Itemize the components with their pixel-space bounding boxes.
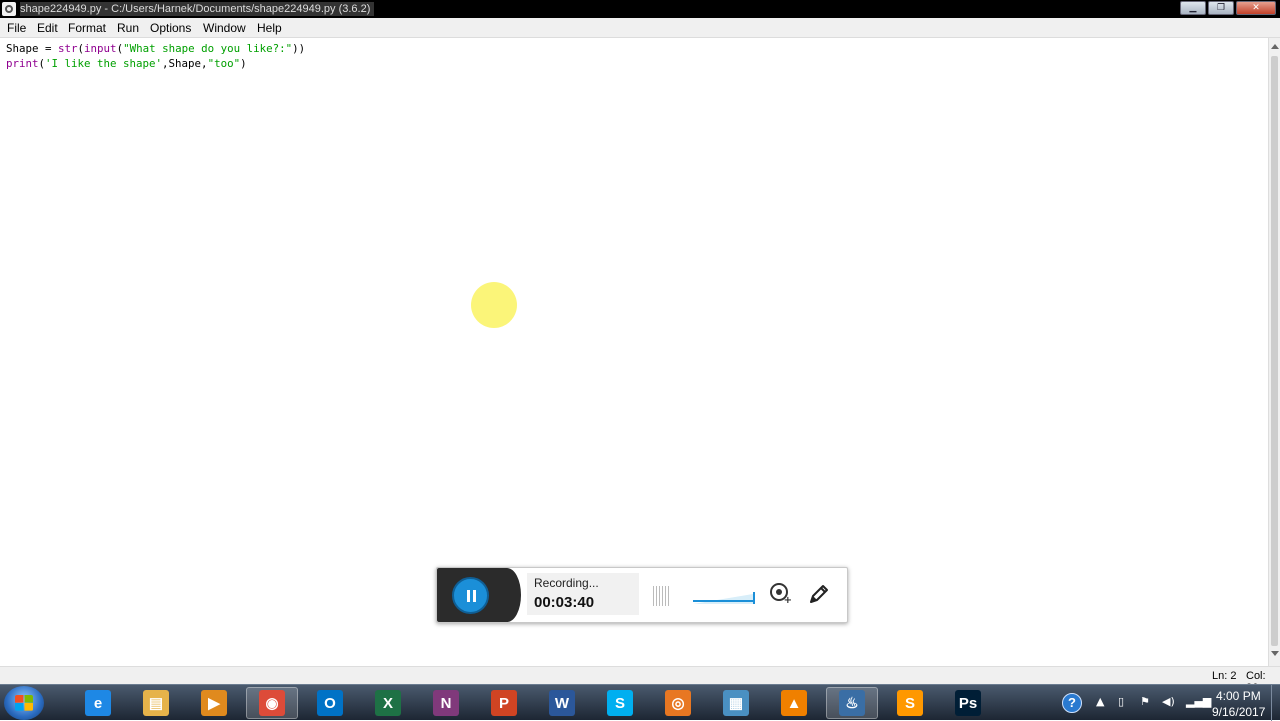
- taskbar-powerpoint[interactable]: P: [478, 687, 530, 719]
- webcam-icon[interactable]: +: [768, 582, 792, 606]
- maximize-button[interactable]: ❐: [1208, 1, 1234, 15]
- photoshop-icon: Ps: [955, 690, 981, 716]
- code-text: Shape = str(input("What shape do you lik…: [6, 41, 305, 71]
- pause-recording-button[interactable]: [452, 577, 489, 614]
- battery-icon[interactable]: ▯: [1118, 695, 1124, 708]
- taskbar-vlc[interactable]: ▲: [768, 687, 820, 719]
- menu-edit[interactable]: Edit: [37, 21, 58, 35]
- cursor-highlight: [471, 282, 517, 328]
- volume-slider[interactable]: [693, 584, 757, 606]
- taskbar-control-panel[interactable]: ▦: [710, 687, 762, 719]
- menu-bar: File Edit Format Run Options Window Help: [0, 18, 1280, 38]
- taskbar-screen-recorder[interactable]: ◎: [652, 687, 704, 719]
- recording-timer: 00:03:40: [534, 594, 595, 611]
- idle-app-icon[interactable]: [2, 2, 16, 16]
- taskbar-sublime-text[interactable]: S: [884, 687, 936, 719]
- taskbar-internet-explorer[interactable]: e: [72, 687, 124, 719]
- tray-expand-icon[interactable]: ▲: [1096, 695, 1104, 708]
- network-signal-icon[interactable]: ▂▄▆: [1186, 695, 1211, 708]
- vertical-scrollbar[interactable]: [1268, 38, 1280, 666]
- taskbar-photoshop[interactable]: Ps: [942, 687, 994, 719]
- taskbar-outlook[interactable]: O: [304, 687, 356, 719]
- show-desktop-button[interactable]: [1271, 685, 1280, 721]
- taskbar-file-explorer[interactable]: ▤: [130, 687, 182, 719]
- clock-time[interactable]: 4:00 PM: [1216, 689, 1261, 703]
- taskbar-skype[interactable]: S: [594, 687, 646, 719]
- close-button[interactable]: ✕: [1236, 1, 1276, 15]
- status-bar: Ln: 2 Col: 36: [0, 666, 1280, 694]
- window-title: shape224949.py - C:/Users/Harnek/Documen…: [20, 2, 375, 16]
- menu-window[interactable]: Window: [203, 21, 246, 35]
- menu-file[interactable]: File: [7, 21, 26, 35]
- control-panel-icon: ▦: [723, 690, 749, 716]
- pencil-icon[interactable]: [807, 582, 831, 606]
- onenote-icon: N: [433, 690, 459, 716]
- menu-format[interactable]: Format: [68, 21, 106, 35]
- scroll-thumb[interactable]: [1271, 56, 1278, 646]
- recorder-panel: Recording... 00:03:40 +: [436, 567, 848, 623]
- skype-icon: S: [607, 690, 633, 716]
- status-line: Ln: 2: [1212, 670, 1237, 682]
- window-controls: ▁ ❐ ✕: [1180, 1, 1276, 15]
- drag-grip-icon[interactable]: [653, 586, 671, 606]
- taskbar-onenote[interactable]: N: [420, 687, 472, 719]
- recording-status: Recording...: [534, 576, 599, 590]
- word-icon: W: [549, 690, 575, 716]
- outlook-icon: O: [317, 690, 343, 716]
- excel-icon: X: [375, 690, 401, 716]
- scroll-down-icon[interactable]: [1271, 651, 1279, 656]
- taskbar-chrome[interactable]: ◉: [246, 687, 298, 719]
- minimize-button[interactable]: ▁: [1180, 1, 1206, 15]
- menu-help[interactable]: Help: [257, 21, 282, 35]
- vlc-icon: ▲: [781, 690, 807, 716]
- recording-info: Recording... 00:03:40: [527, 573, 639, 615]
- taskbar: e ▤ ▶ ◉ O X N P W S ◎ ▦ ▲ ♨ S Ps ? ▲ ▯ ⚑ ◀) ▂▄▆ 4:00 PM…: [0, 684, 1280, 721]
- menu-options[interactable]: Options: [150, 21, 191, 35]
- screen-recorder-icon: ◎: [665, 690, 691, 716]
- pause-icon: [467, 590, 470, 602]
- taskbar-python-idle[interactable]: ♨: [826, 687, 878, 719]
- python-idle-icon: ♨: [839, 690, 865, 716]
- title-bar: shape224949.py - C:/Users/Harnek/Documen…: [0, 0, 1280, 18]
- internet-explorer-icon: e: [85, 690, 111, 716]
- system-tray: ? ▲ ▯ ⚑ ◀) ▂▄▆ 4:00 PM 9/16/2017: [1056, 685, 1280, 721]
- help-icon[interactable]: ?: [1062, 693, 1082, 713]
- code-line-1: Shape = str(input("What shape do you lik…: [6, 42, 306, 55]
- scroll-up-icon[interactable]: [1271, 44, 1279, 49]
- code-line-2: print('I like the shape',Shape,"too"): [6, 57, 247, 70]
- flag-icon[interactable]: ⚑: [1140, 695, 1150, 708]
- taskbar-excel[interactable]: X: [362, 687, 414, 719]
- clock-date[interactable]: 9/16/2017: [1212, 705, 1265, 719]
- taskbar-media-player[interactable]: ▶: [188, 687, 240, 719]
- media-player-icon: ▶: [201, 690, 227, 716]
- taskbar-word[interactable]: W: [536, 687, 588, 719]
- speaker-icon[interactable]: ◀): [1162, 695, 1175, 708]
- powerpoint-icon: P: [491, 690, 517, 716]
- sublime-text-icon: S: [897, 690, 923, 716]
- chrome-icon: ◉: [259, 690, 285, 716]
- volume-knob[interactable]: [753, 592, 755, 604]
- menu-run[interactable]: Run: [117, 21, 139, 35]
- start-button[interactable]: [4, 686, 44, 720]
- file-explorer-icon: ▤: [143, 690, 169, 716]
